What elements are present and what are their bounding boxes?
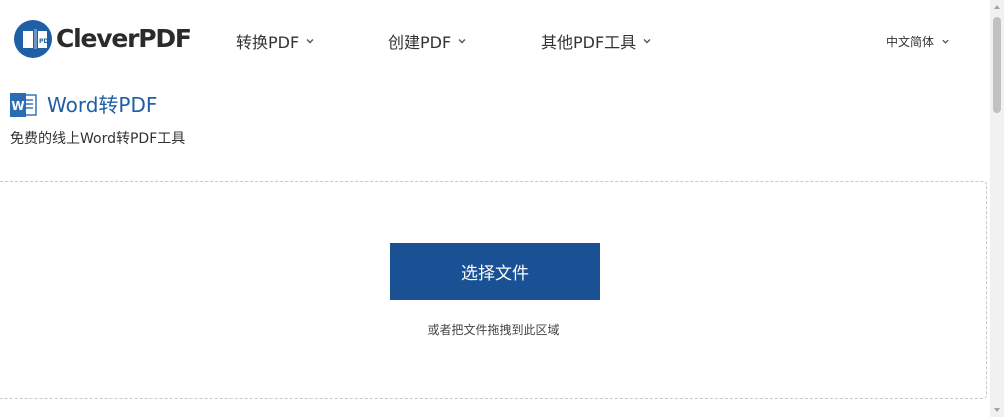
header: PDF CleverPDF 转换PDF 创建PDF 其他PDF工具 中文简体 [0,0,990,82]
nav-item-label: 其他PDF工具 [541,33,637,52]
nav-item-label: 创建PDF [388,33,452,52]
cleverpdf-logo-icon: PDF [14,20,52,58]
tool-title: W Word转PDF [10,91,157,119]
nav-item-other-pdf-tools[interactable]: 其他PDF工具 [541,28,652,54]
file-drop-zone[interactable]: 选择文件 或者把文件拖拽到此区域 [0,181,987,399]
nav-item-label: 转换PDF [236,33,300,52]
language-selector[interactable]: 中文简体 [886,30,950,52]
brand-name: CleverPDF [56,24,192,53]
svg-text:PDF: PDF [39,38,52,45]
chevron-down-icon [458,39,466,44]
choose-file-button[interactable]: 选择文件 [390,243,600,300]
language-label: 中文简体 [886,34,935,49]
svg-text:W: W [11,99,24,113]
page: PDF CleverPDF 转换PDF 创建PDF 其他PDF工具 中文简体 W… [0,0,1004,417]
scrollbar-thumb[interactable] [993,17,1001,113]
chevron-down-icon [306,39,314,44]
drop-hint: 或者把文件拖拽到此区域 [427,323,560,337]
logo-link[interactable]: PDF CleverPDF [13,19,192,59]
vertical-scrollbar[interactable] [990,0,1004,417]
chevron-down-icon [643,39,651,44]
nav-item-create-pdf[interactable]: 创建PDF [388,28,467,54]
page-subtitle: 免费的线上Word转PDF工具 [10,131,186,147]
page-title: Word转PDF [47,93,158,117]
scroll-down-arrow-icon[interactable] [990,403,1004,417]
scroll-up-arrow-icon[interactable] [990,0,1004,14]
word-icon: W [10,93,37,117]
nav-item-convert-pdf[interactable]: 转换PDF [236,28,315,54]
chevron-down-icon [942,39,949,44]
